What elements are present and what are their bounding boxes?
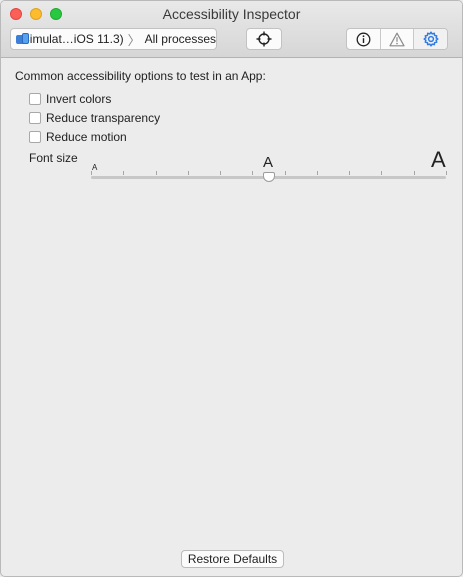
reduce-transparency-label: Reduce transparency xyxy=(46,111,161,125)
slider-tick xyxy=(414,171,415,175)
gear-icon xyxy=(423,31,439,47)
slider-tick xyxy=(156,171,157,175)
slider-tick xyxy=(91,171,92,175)
invert-colors-checkbox[interactable] xyxy=(29,93,41,105)
invert-colors-option[interactable]: Invert colors xyxy=(29,92,111,106)
slider-tick xyxy=(349,171,350,175)
font-size-label: Font size xyxy=(29,151,78,165)
reduce-motion-option[interactable]: Reduce motion xyxy=(29,130,127,144)
inspector-mode-segmented-control xyxy=(346,28,448,50)
slider-tick xyxy=(123,171,124,175)
target-process-label: All processes xyxy=(144,32,216,46)
slider-tick xyxy=(317,171,318,175)
app-window: Accessibility Inspector Simulat…iOS 11.3… xyxy=(0,0,463,577)
slider-tick xyxy=(285,171,286,175)
target-device-label: Simulat…iOS 11.3) xyxy=(21,32,124,46)
font-size-large-glyph: A xyxy=(431,147,446,172)
info-icon xyxy=(356,32,371,46)
target-chooser-button[interactable]: Simulat…iOS 11.3) 〉 All processes xyxy=(10,28,217,50)
reduce-transparency-option[interactable]: Reduce transparency xyxy=(29,111,160,125)
simulator-icon xyxy=(16,33,29,45)
slider-tick xyxy=(220,171,221,175)
invert-colors-label: Invert colors xyxy=(46,92,112,106)
chevron-right-icon: 〉 xyxy=(127,32,141,48)
reduce-motion-checkbox[interactable] xyxy=(29,131,41,143)
point-inspection-button[interactable] xyxy=(246,28,282,50)
crosshair-icon xyxy=(256,31,272,47)
slider-tick xyxy=(446,171,447,175)
warning-icon xyxy=(389,32,405,46)
restore-defaults-button[interactable]: Restore Defaults xyxy=(181,550,284,568)
inspection-tab[interactable] xyxy=(347,29,381,49)
font-size-medium-glyph: A xyxy=(263,154,274,171)
window-title: Accessibility Inspector xyxy=(162,6,301,22)
reduce-transparency-checkbox[interactable] xyxy=(29,112,41,124)
slider-tick xyxy=(252,171,253,175)
reduce-motion-label: Reduce motion xyxy=(46,130,127,144)
slider-knob[interactable] xyxy=(263,172,275,182)
settings-heading: Common accessibility options to test in … xyxy=(15,69,266,83)
audit-tab[interactable] xyxy=(381,29,415,49)
title-bar: Accessibility Inspector Simulat…iOS 11.3… xyxy=(1,1,462,58)
font-size-small-glyph: A xyxy=(92,163,98,172)
settings-panel: Common accessibility options to test in … xyxy=(1,59,462,576)
font-size-slider[interactable]: A A A xyxy=(91,147,447,187)
settings-tab[interactable] xyxy=(414,29,447,49)
slider-tick xyxy=(381,171,382,175)
slider-tick xyxy=(188,171,189,175)
